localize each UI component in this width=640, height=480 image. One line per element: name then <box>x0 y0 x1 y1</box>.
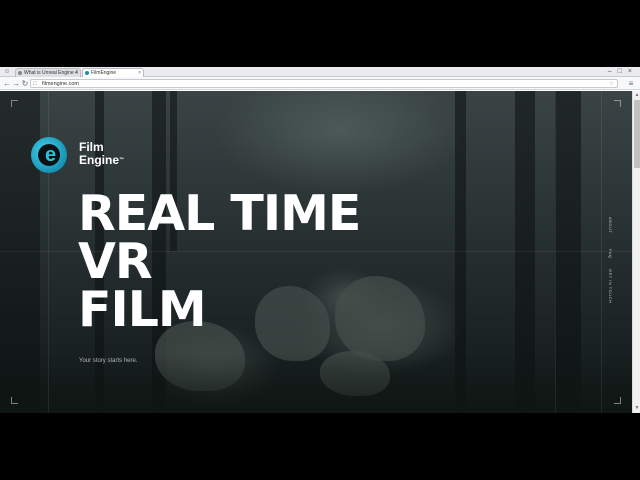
browser-toolbar: ← → ↻ □ filmengine.com ☆ ≡ <box>0 77 640 90</box>
tab-title: What is Unreal Engine 4 <box>24 70 78 76</box>
side-nav: ABOUT FAQ GET IN TOUCH <box>606 217 614 327</box>
scroll-up-icon[interactable]: ▲ <box>634 92 640 99</box>
page-scrollbar[interactable]: ▲ ▼ <box>632 91 640 413</box>
url-text: filmengine.com <box>42 81 79 87</box>
page-icon: □ <box>33 81 37 87</box>
tab-title: FilmEngine <box>91 70 117 76</box>
star-icon[interactable]: ☆ <box>609 80 614 88</box>
side-nav-about[interactable]: ABOUT <box>608 217 613 233</box>
tab-filmengine[interactable]: FilmEngine × <box>82 68 144 77</box>
tab-unreal-engine[interactable]: What is Unreal Engine 4 × <box>15 68 81 77</box>
tab-close-icon[interactable]: × <box>75 69 78 77</box>
address-bar[interactable]: □ filmengine.com ☆ <box>30 79 618 88</box>
frame-corner <box>614 100 621 107</box>
browser-window: ☺ What is Unreal Engine 4 × FilmEngine ×… <box>0 67 640 413</box>
logo-line-2: Engine <box>79 153 120 167</box>
scroll-down-icon[interactable]: ▼ <box>634 405 640 412</box>
side-nav-faq[interactable]: FAQ <box>608 249 613 259</box>
side-nav-get-in-touch[interactable]: GET IN TOUCH <box>608 269 613 303</box>
window-controls[interactable]: –□× <box>608 67 638 77</box>
grid-line <box>601 91 602 413</box>
menu-icon[interactable]: ≡ <box>626 78 636 89</box>
grid-line <box>555 91 556 413</box>
headline-line-2: VR <box>78 233 153 290</box>
page-favicon-icon <box>18 71 22 75</box>
headline-line-1: REAL TIME <box>78 185 361 242</box>
headline-line-3: FILM <box>78 281 207 338</box>
website-hero: e Film Engine™ REAL TIME VR FILM Your st… <box>0 91 632 413</box>
hero-headline: REAL TIME VR FILM <box>78 185 361 338</box>
reload-icon[interactable]: ↻ <box>20 78 30 89</box>
logo-wordmark: Film Engine™ <box>79 141 149 167</box>
frame-corner <box>11 397 18 404</box>
filmengine-favicon-icon <box>85 71 89 75</box>
frame-corner <box>614 397 621 404</box>
logo-mark-letter: e <box>45 144 57 166</box>
video-letterbox-top <box>0 0 640 67</box>
frame-corner <box>11 100 18 107</box>
tab-strip: ☺ What is Unreal Engine 4 × FilmEngine ×… <box>0 67 640 77</box>
hero-tagline: Your story starts here. <box>79 358 138 364</box>
scroll-thumb[interactable] <box>634 100 640 168</box>
tab-close-icon[interactable]: × <box>138 69 141 77</box>
trademark: ™ <box>119 157 125 163</box>
user-icon[interactable]: ☺ <box>3 68 11 76</box>
video-letterbox-bottom <box>0 413 640 480</box>
